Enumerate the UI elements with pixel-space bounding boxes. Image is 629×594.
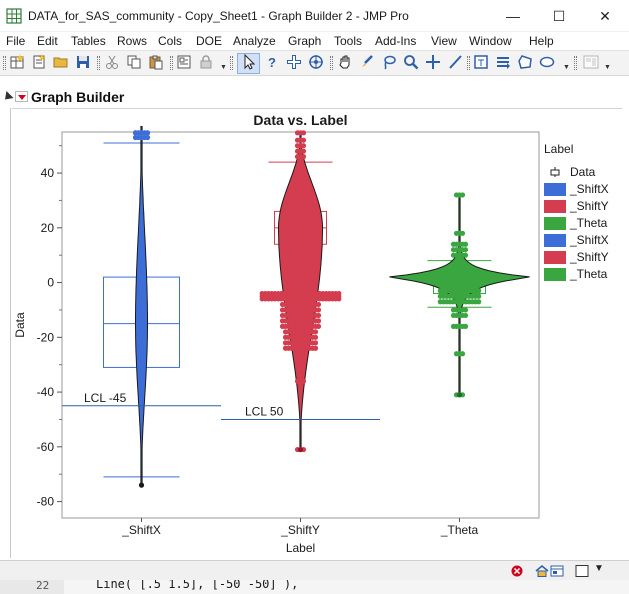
outlier-point-shifty[interactable] bbox=[300, 154, 307, 160]
legend-swatch bbox=[544, 217, 566, 230]
legend-item[interactable]: _Theta bbox=[542, 266, 628, 282]
x-tick-label: _ShiftX bbox=[121, 523, 161, 537]
chart-title: Data vs. Label bbox=[253, 112, 347, 128]
y-tick-label: -40 bbox=[37, 385, 55, 399]
legend-swatch bbox=[544, 251, 566, 264]
outlier-point-shifty[interactable] bbox=[315, 312, 322, 319]
outlier-point-theta[interactable] bbox=[462, 312, 469, 319]
line-number: 22 bbox=[36, 580, 50, 592]
legend-item[interactable]: _ShiftY bbox=[542, 198, 628, 214]
y-tick-label: -80 bbox=[37, 495, 55, 509]
underlying-script-editor: 22 Line( [.5 1.5], [-50 -50] ), bbox=[0, 580, 629, 594]
outlier-point-shifty[interactable] bbox=[300, 148, 307, 154]
outlier-point-theta[interactable] bbox=[462, 307, 469, 313]
outlier-point-shifty[interactable] bbox=[315, 301, 322, 308]
y-axis-label: Data bbox=[13, 312, 27, 338]
window-state-icon[interactable] bbox=[575, 565, 589, 577]
error-icon[interactable] bbox=[511, 565, 523, 577]
legend-label: _ShiftX bbox=[570, 233, 609, 247]
outlier-point-shifty[interactable] bbox=[336, 296, 342, 302]
outlier-point-theta[interactable] bbox=[462, 323, 469, 329]
graph-builder-chart[interactable]: Data vs. Label 40 20 0 -20 -40 -60 -80 Data _Shif… bbox=[0, 0, 629, 594]
y-tick-label: -20 bbox=[37, 330, 55, 344]
outlier-point-shifty[interactable] bbox=[300, 143, 307, 149]
outlier-point-shifty[interactable] bbox=[300, 130, 307, 136]
outlier-point-theta[interactable] bbox=[462, 247, 469, 253]
outlier-point-shifty[interactable] bbox=[300, 137, 307, 143]
legend-item[interactable]: _ShiftX bbox=[542, 232, 628, 248]
legend-swatch bbox=[544, 183, 566, 196]
outlier-point-shifty[interactable] bbox=[312, 340, 319, 346]
legend-item[interactable]: _ShiftY bbox=[542, 249, 628, 265]
x-tick-label: _ShiftY bbox=[280, 523, 320, 537]
outlier-point-theta[interactable] bbox=[459, 351, 466, 357]
legend-label: Data bbox=[570, 165, 596, 179]
outlier-point-shifty[interactable] bbox=[312, 334, 319, 340]
limit-label-shiftx: LCL -45 bbox=[84, 391, 127, 405]
legend-item[interactable]: _Theta bbox=[542, 215, 628, 231]
line-number-gutter bbox=[0, 580, 64, 594]
extreme-point-shifty[interactable] bbox=[297, 446, 304, 453]
legend-label: _Theta bbox=[570, 267, 608, 281]
window-state-dropdown-icon[interactable]: ▼ bbox=[594, 563, 604, 574]
legend-item[interactable]: _ShiftX bbox=[542, 181, 628, 197]
outlier-point-shiftx[interactable] bbox=[144, 134, 151, 141]
legend-label: _ShiftY bbox=[570, 250, 609, 264]
window-list-icon[interactable] bbox=[550, 565, 564, 577]
outlier-point-shifty[interactable] bbox=[312, 329, 319, 335]
legend-title: Label bbox=[544, 142, 574, 156]
outlier-point-shifty[interactable] bbox=[315, 318, 322, 324]
outlier-point-theta[interactable] bbox=[462, 252, 469, 258]
outlier-point-theta[interactable] bbox=[476, 299, 482, 305]
limit-label-shifty: LCL 50 bbox=[245, 404, 284, 418]
x-tick-label: _Theta bbox=[440, 523, 479, 537]
outlier-point-theta[interactable] bbox=[459, 230, 466, 236]
y-tick-label: 40 bbox=[41, 166, 55, 180]
status-bar: ▼ bbox=[0, 560, 629, 580]
legend-item[interactable]: Data bbox=[542, 164, 628, 180]
outlier-point-shifty[interactable] bbox=[315, 323, 322, 329]
outlier-point-theta[interactable] bbox=[476, 288, 482, 294]
outlier-point-shifty[interactable] bbox=[315, 307, 322, 313]
y-tick-label: 20 bbox=[41, 221, 55, 235]
outlier-point-theta[interactable] bbox=[462, 241, 469, 247]
script-line: Line( [.5 1.5], [-50 -50] ), bbox=[96, 580, 299, 591]
outlier-point-theta[interactable] bbox=[459, 192, 466, 198]
x-axis-label: Label bbox=[286, 541, 315, 555]
outlier-point-shifty[interactable] bbox=[312, 345, 319, 351]
extreme-point-theta[interactable] bbox=[456, 392, 463, 398]
outlier-point-theta[interactable] bbox=[476, 293, 482, 299]
y-tick-label: -60 bbox=[37, 440, 55, 454]
box-plot-marker-icon bbox=[550, 167, 560, 177]
home-icon[interactable] bbox=[535, 565, 549, 577]
legend-label: _Theta bbox=[570, 216, 608, 230]
y-tick-label: 0 bbox=[47, 276, 54, 290]
legend-swatch bbox=[544, 234, 566, 247]
outlier-point-shifty[interactable] bbox=[300, 378, 307, 384]
outlier-point-shiftx[interactable] bbox=[144, 130, 151, 136]
extreme-point-shiftx[interactable] bbox=[138, 482, 145, 488]
legend-swatch bbox=[544, 200, 566, 213]
legend-swatch bbox=[544, 268, 566, 281]
legend-label: _ShiftY bbox=[570, 199, 609, 213]
legend-label: _ShiftX bbox=[570, 182, 609, 196]
